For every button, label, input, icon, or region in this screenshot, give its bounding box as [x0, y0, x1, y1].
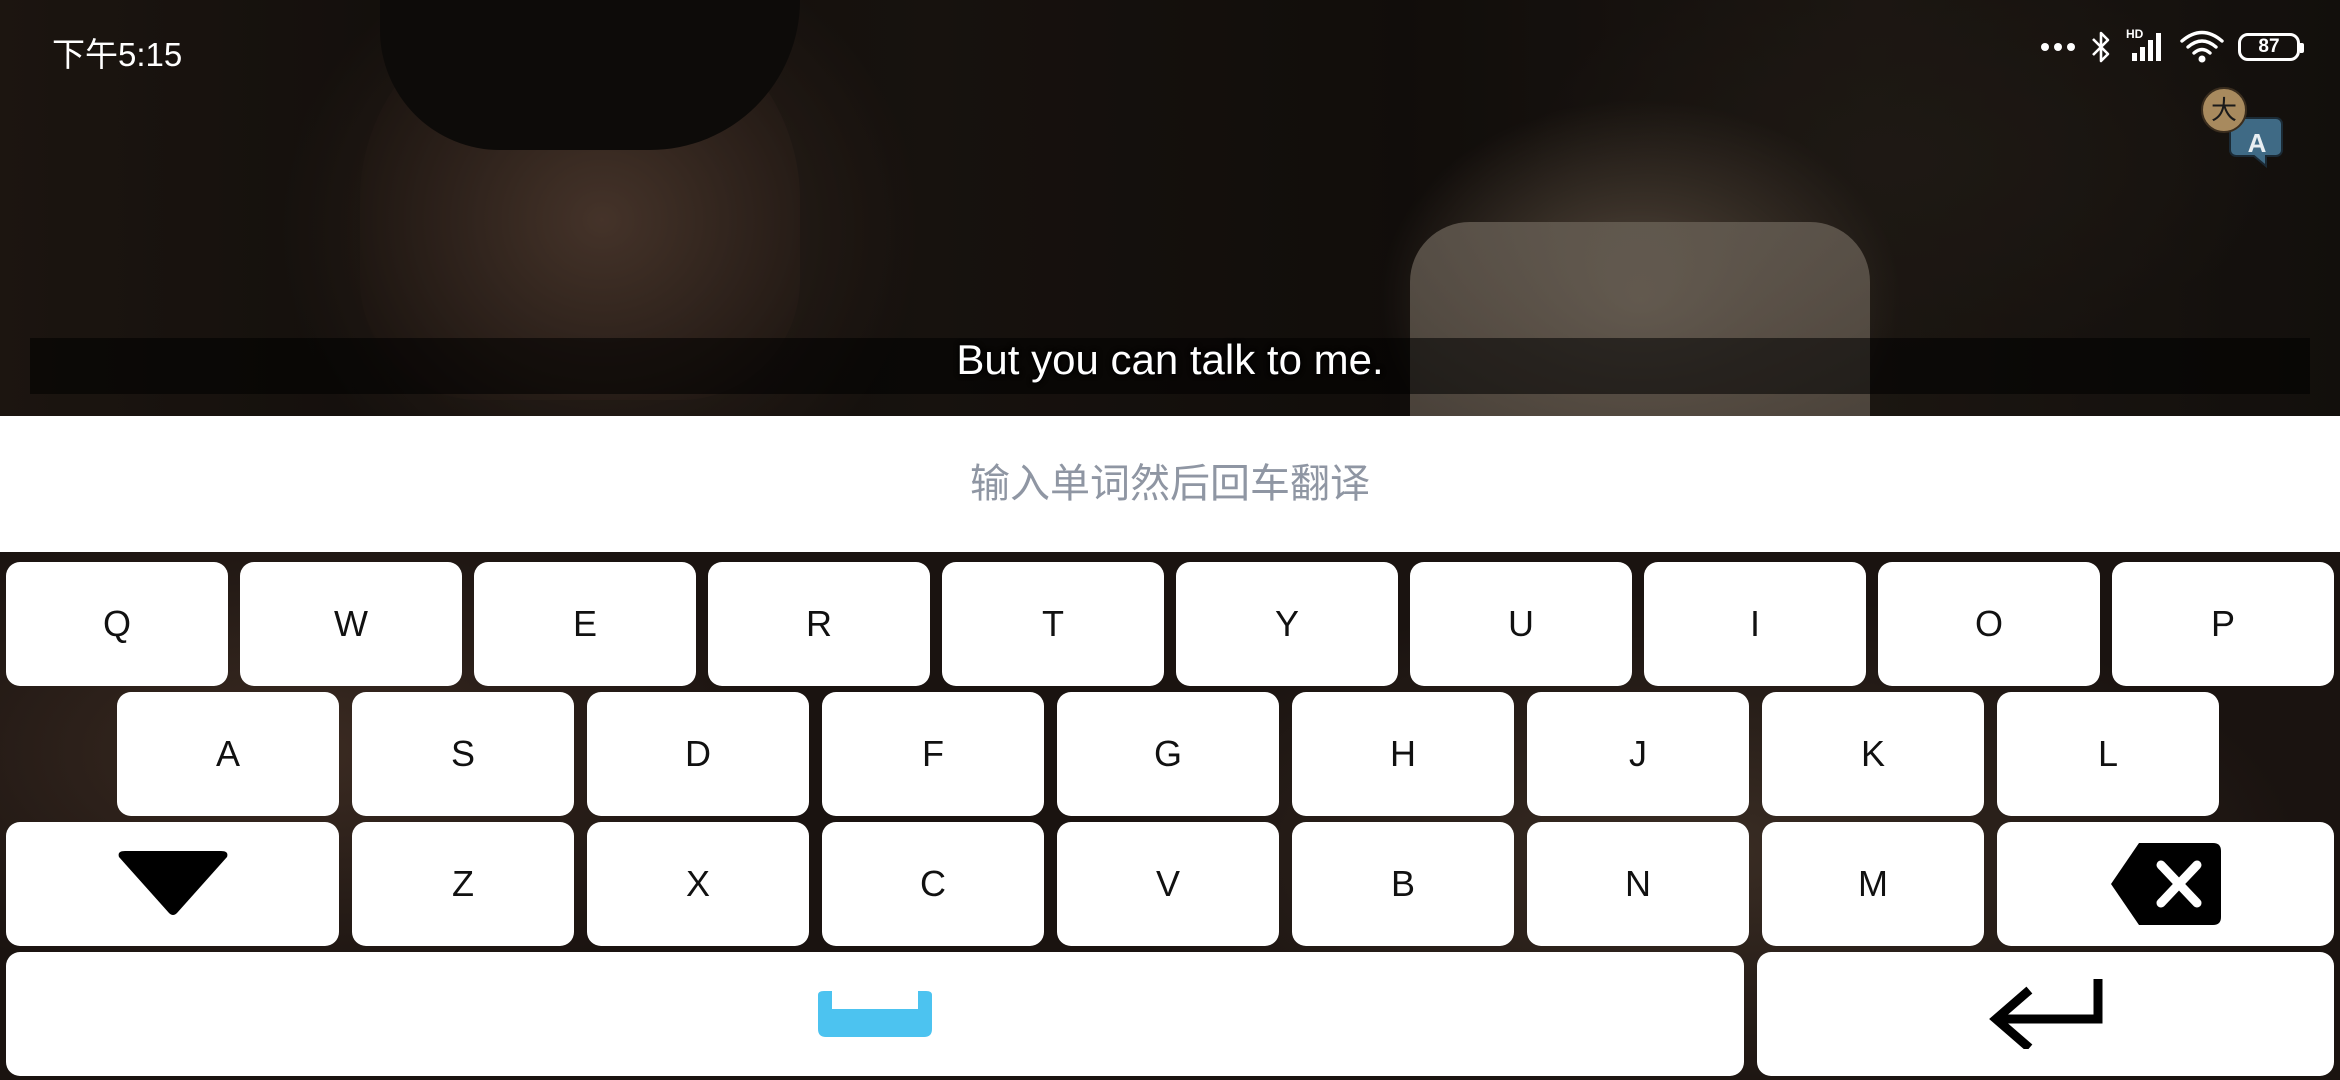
key-a[interactable]: A [117, 692, 339, 816]
key-p[interactable]: P [2112, 562, 2334, 686]
enter-key[interactable] [1757, 952, 2334, 1076]
wifi-icon [2180, 30, 2224, 64]
key-k[interactable]: K [1762, 692, 1984, 816]
backspace-x-icon [2110, 843, 2221, 925]
word-input-strip [0, 416, 2340, 552]
key-c[interactable]: C [822, 822, 1044, 946]
key-l[interactable]: L [1997, 692, 2219, 816]
key-w[interactable]: W [240, 562, 462, 686]
triangle-down-icon [118, 851, 227, 915]
space-bar-icon [818, 991, 932, 1037]
status-time: 下午5:15 [52, 36, 183, 73]
keyboard: Q W E R T Y U I O P A S D F G H J K L Z … [0, 552, 2340, 1080]
key-t[interactable]: T [942, 562, 1164, 686]
hide-keyboard-key[interactable] [6, 822, 339, 946]
key-u[interactable]: U [1410, 562, 1632, 686]
network-label: HD [2126, 27, 2144, 41]
screen: 下午5:15 HD 87 大 A But you can talk to me.… [0, 0, 2340, 1080]
key-e[interactable]: E [474, 562, 696, 686]
status-icons: HD 87 [2040, 27, 2304, 64]
key-g[interactable]: G [1057, 692, 1279, 816]
subtitle-text[interactable]: But you can talk to me. [0, 336, 2340, 384]
key-y[interactable]: Y [1176, 562, 1398, 686]
translate-icon-en: A [2248, 128, 2267, 158]
key-n[interactable]: N [1527, 822, 1749, 946]
key-i[interactable]: I [1644, 562, 1866, 686]
key-b[interactable]: B [1292, 822, 1514, 946]
key-x[interactable]: X [587, 822, 809, 946]
translate-icon: 大 A [2201, 87, 2283, 169]
key-d[interactable]: D [587, 692, 809, 816]
backspace-key[interactable] [1997, 822, 2334, 946]
key-f[interactable]: F [822, 692, 1044, 816]
enter-arrow-icon [1988, 979, 2102, 1049]
signal-icon: HD [2126, 27, 2166, 63]
bluetooth-icon [2090, 30, 2112, 64]
key-j[interactable]: J [1527, 692, 1749, 816]
key-z[interactable]: Z [352, 822, 574, 946]
key-o[interactable]: O [1878, 562, 2100, 686]
space-key[interactable] [6, 952, 1744, 1076]
key-h[interactable]: H [1292, 692, 1514, 816]
more-dots-icon [2040, 42, 2076, 52]
translate-floating-button[interactable]: 大 A [2200, 84, 2284, 169]
key-v[interactable]: V [1057, 822, 1279, 946]
key-s[interactable]: S [352, 692, 574, 816]
key-q[interactable]: Q [6, 562, 228, 686]
battery-indicator: 87 [2238, 33, 2304, 61]
translate-icon-zh: 大 [2211, 96, 2237, 126]
key-m[interactable]: M [1762, 822, 1984, 946]
key-r[interactable]: R [708, 562, 930, 686]
word-search-input[interactable] [68, 443, 2272, 525]
